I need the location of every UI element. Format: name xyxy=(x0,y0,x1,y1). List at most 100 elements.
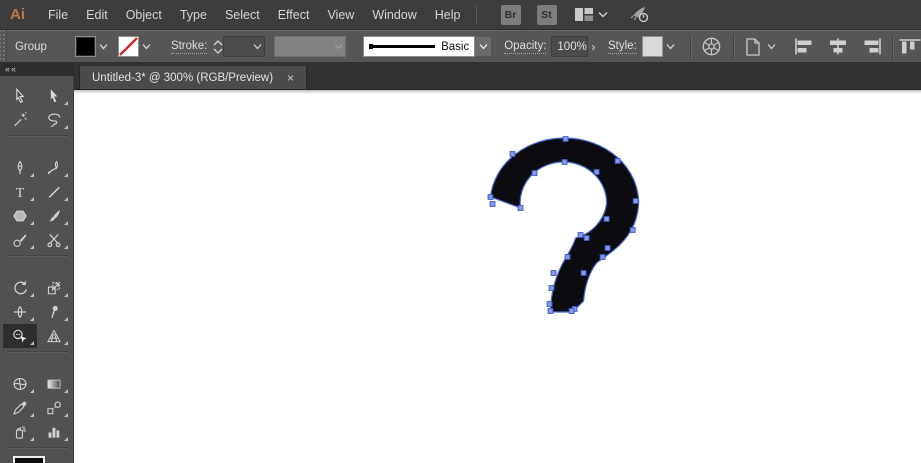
stock-button[interactable]: St xyxy=(537,5,557,25)
stroke-weight-stepper[interactable] xyxy=(213,36,223,58)
document-tab[interactable]: Untitled-3* @ 300% (RGB/Preview) × xyxy=(79,66,307,89)
brush-definition-field[interactable]: Basic xyxy=(363,36,475,57)
perspective-grid-tool[interactable] xyxy=(37,324,71,348)
graphic-style-control[interactable] xyxy=(642,36,678,57)
shaper-tool[interactable] xyxy=(3,228,37,252)
tool-group-separator xyxy=(3,348,71,355)
anchor-point[interactable] xyxy=(605,246,610,251)
horizontal-align-right-icon[interactable] xyxy=(860,38,882,55)
anchor-point[interactable] xyxy=(565,255,570,260)
anchor-point[interactable] xyxy=(581,271,586,276)
width-tool[interactable] xyxy=(3,300,37,324)
anchor-point[interactable] xyxy=(532,171,537,176)
column-graph-tool[interactable] xyxy=(37,420,71,444)
variable-width-profile-dropdown[interactable] xyxy=(274,36,347,57)
stepper-up-icon[interactable] xyxy=(213,40,223,46)
anchor-point[interactable] xyxy=(633,199,638,204)
lasso-tool[interactable] xyxy=(37,108,71,132)
bridge-button[interactable]: Br xyxy=(501,5,521,25)
fill-color-swatch[interactable] xyxy=(75,36,96,57)
anchor-point[interactable] xyxy=(488,195,493,200)
anchor-point[interactable] xyxy=(549,286,554,291)
anchor-point[interactable] xyxy=(630,228,635,233)
workspace-layout-icon xyxy=(575,8,593,21)
symbol-sprayer-tool[interactable] xyxy=(3,420,37,444)
stroke-weight-label[interactable]: Stroke: xyxy=(171,40,207,54)
menu-view[interactable]: View xyxy=(318,0,363,30)
line-segment-tool[interactable] xyxy=(37,180,71,204)
paintbrush-tool[interactable] xyxy=(37,204,71,228)
gradient-tool[interactable] xyxy=(37,372,71,396)
document-setup-button[interactable] xyxy=(744,37,776,57)
anchor-point[interactable] xyxy=(548,309,553,314)
type-tool[interactable]: T xyxy=(3,180,37,204)
direct-selection-tool[interactable] xyxy=(37,84,71,108)
shape-builder-tool[interactable] xyxy=(3,324,37,348)
stroke-weight-combo[interactable] xyxy=(223,36,264,57)
polygon-tool[interactable] xyxy=(3,204,37,228)
stepper-down-icon[interactable] xyxy=(213,48,223,54)
anchor-point[interactable] xyxy=(615,159,620,164)
curvature-tool[interactable] xyxy=(37,156,71,180)
blend-tool[interactable] xyxy=(37,396,71,420)
menu-type[interactable]: Type xyxy=(171,0,216,30)
menu-bar: Ai File Edit Object Type Select Effect V… xyxy=(0,0,921,30)
stroke-color-swatch[interactable] xyxy=(118,36,139,57)
scissors-tool[interactable] xyxy=(37,228,71,252)
selection-tool[interactable] xyxy=(3,84,37,108)
anchor-point[interactable] xyxy=(547,302,552,307)
anchor-point[interactable] xyxy=(594,170,599,175)
style-label[interactable]: Style: xyxy=(608,40,637,54)
anchor-point[interactable] xyxy=(563,137,568,142)
anchor-point[interactable] xyxy=(578,233,583,238)
magic-wand-tool[interactable] xyxy=(3,108,37,132)
anchor-point[interactable] xyxy=(569,309,574,314)
horizontal-align-center-icon[interactable] xyxy=(827,38,849,55)
anchor-point[interactable] xyxy=(604,217,609,222)
control-bar-grip[interactable] xyxy=(0,31,7,62)
menu-select[interactable]: Select xyxy=(216,0,269,30)
vertical-align-top-icon[interactable] xyxy=(899,38,921,55)
fill-color-indicator[interactable] xyxy=(13,456,45,463)
pen-tool[interactable] xyxy=(3,156,37,180)
spray-can-icon xyxy=(12,424,28,440)
graphic-style-swatch[interactable] xyxy=(642,36,663,57)
anchor-point[interactable] xyxy=(562,160,567,165)
gpu-performance-button[interactable] xyxy=(628,6,650,23)
anchor-point[interactable] xyxy=(584,236,589,241)
opacity-field[interactable]: 100% xyxy=(551,36,587,57)
menu-window[interactable]: Window xyxy=(363,0,425,30)
scale-tool[interactable] xyxy=(37,276,71,300)
menu-help[interactable]: Help xyxy=(426,0,470,30)
opacity-label[interactable]: Opacity: xyxy=(504,40,546,54)
eyedropper-tool[interactable] xyxy=(3,396,37,420)
workspace-switcher[interactable] xyxy=(575,8,608,21)
anchor-point[interactable] xyxy=(490,202,495,207)
tab-close-icon[interactable]: × xyxy=(287,72,294,84)
anchor-point[interactable] xyxy=(600,255,605,260)
fill-color-dropdown-button[interactable] xyxy=(96,36,111,57)
stroke-color-dropdown-button[interactable] xyxy=(139,36,154,57)
opacity-submenu-button[interactable]: › xyxy=(588,36,599,57)
brush-definition-dropdown-button[interactable] xyxy=(475,36,492,57)
anchor-point[interactable] xyxy=(518,206,523,211)
mesh-tool[interactable] xyxy=(3,372,37,396)
toolbar-collapse-button[interactable]: «« xyxy=(0,63,74,76)
stroke-color-control[interactable] xyxy=(118,36,154,57)
graphic-style-dropdown-button[interactable] xyxy=(663,36,678,57)
puppet-warp-tool[interactable] xyxy=(37,300,71,324)
menu-file[interactable]: File xyxy=(39,0,77,30)
rotate-tool[interactable] xyxy=(3,276,37,300)
menu-object[interactable]: Object xyxy=(117,0,171,30)
width-icon xyxy=(12,304,28,320)
recolor-artwork-button[interactable] xyxy=(701,36,722,57)
fill-color-control[interactable] xyxy=(75,36,111,57)
anchor-point[interactable] xyxy=(551,271,556,276)
brush-definition-control[interactable]: Basic xyxy=(363,36,492,57)
canvas[interactable] xyxy=(74,90,921,463)
anchor-point[interactable] xyxy=(510,152,515,157)
menu-effect[interactable]: Effect xyxy=(269,0,319,30)
horizontal-align-left-icon[interactable] xyxy=(794,38,816,55)
menu-edit[interactable]: Edit xyxy=(77,0,117,30)
polygon-icon xyxy=(12,208,28,224)
